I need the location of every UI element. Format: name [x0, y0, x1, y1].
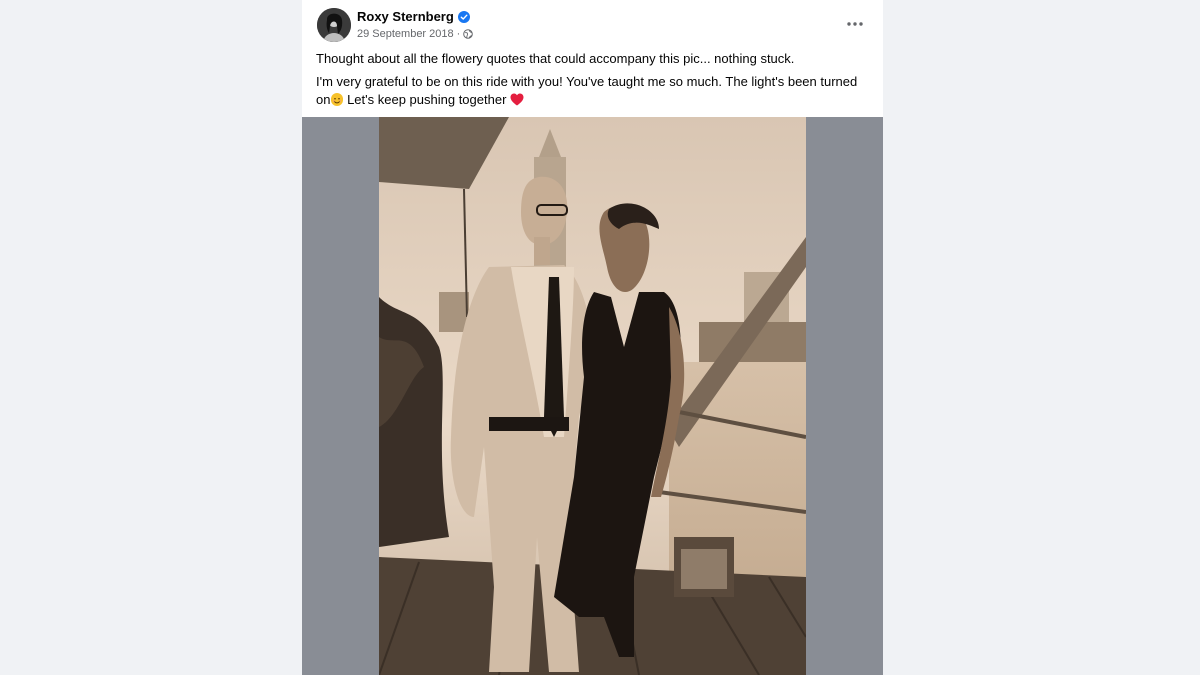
author-name[interactable]: Roxy Sternberg — [357, 9, 454, 24]
facebook-post: Roxy Sternberg 29 September 2018 · Thoug… — [302, 0, 883, 675]
heart-emoji-icon — [510, 93, 524, 106]
author-avatar[interactable] — [317, 8, 351, 42]
post-photo[interactable] — [379, 117, 806, 675]
post-text-line-2-part-b: Let's keep pushing together — [343, 92, 507, 107]
verified-badge-icon — [457, 10, 470, 23]
post-media — [302, 117, 883, 675]
more-options-icon[interactable] — [843, 12, 867, 36]
author-name-link[interactable]: Roxy Sternberg — [357, 9, 470, 24]
post-text-line-1: Thought about all the flowery quotes tha… — [316, 51, 795, 66]
post-meta: 29 September 2018 · — [357, 28, 474, 40]
post-date-link[interactable]: 29 September 2018 — [357, 28, 454, 40]
globe-icon[interactable] — [463, 29, 474, 39]
post-header: Roxy Sternberg 29 September 2018 · — [302, 0, 883, 48]
meta-separator: · — [456, 28, 461, 40]
post-text: Thought about all the flowery quotes tha… — [316, 50, 871, 114]
smile-emoji-icon — [331, 93, 344, 106]
post-text-line-2: I'm very grateful to be on this ride wit… — [316, 73, 871, 109]
